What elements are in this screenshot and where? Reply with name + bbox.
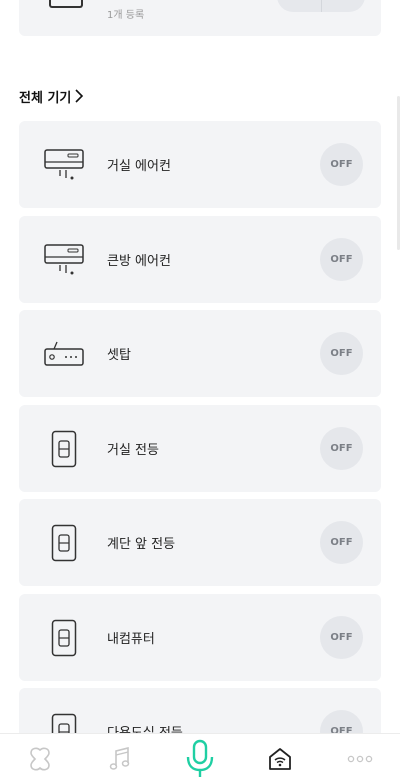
screen: 1개 등록 전체 기기 거실 에어컨 OFF 큰방 에어컨 OFF 셋탑 OFF… bbox=[0, 0, 400, 784]
all-devices-header[interactable]: 전체 기기 bbox=[19, 86, 84, 106]
top-device-card[interactable]: 1개 등록 bbox=[19, 0, 381, 36]
device-name: 계단 앞 전등 bbox=[107, 537, 176, 552]
device-name: 셋탑 bbox=[107, 348, 131, 363]
device-card[interactable]: 셋탑 OFF bbox=[19, 310, 381, 397]
device-list: 거실 에어컨 OFF 큰방 에어컨 OFF 셋탑 OFF 거실 전등 OFF 계… bbox=[19, 121, 381, 783]
device-card[interactable]: 계단 앞 전등 OFF bbox=[19, 499, 381, 586]
device-name: 내컴퓨터 bbox=[107, 631, 155, 647]
device-card[interactable]: 내컴퓨터 OFF bbox=[19, 593, 381, 681]
power-toggle-button[interactable]: OFF bbox=[320, 426, 363, 470]
light-switch-icon bbox=[43, 522, 85, 564]
device-card[interactable]: 거실 전등 OFF bbox=[19, 404, 381, 492]
device-icon bbox=[49, 0, 83, 8]
clover-icon bbox=[30, 747, 50, 771]
chevron-right-icon bbox=[75, 89, 84, 103]
smart-home-icon bbox=[269, 748, 291, 770]
light-switch-icon bbox=[43, 617, 85, 659]
device-name: 큰방 에어컨 bbox=[107, 253, 171, 269]
settop-box-icon bbox=[43, 333, 85, 375]
device-name: 거실 전등 bbox=[107, 442, 159, 458]
nav-clover-button[interactable] bbox=[10, 734, 70, 784]
bottom-navigation bbox=[0, 733, 400, 784]
music-note-icon bbox=[109, 746, 130, 770]
device-card[interactable]: 거실 에어컨 OFF bbox=[19, 121, 381, 208]
power-toggle-button[interactable]: OFF bbox=[320, 521, 363, 564]
device-name: 거실 에어컨 bbox=[107, 159, 171, 174]
section-title: 전체 기기 bbox=[19, 90, 72, 106]
nav-more-button[interactable] bbox=[330, 734, 390, 784]
power-toggle-button[interactable]: OFF bbox=[320, 332, 363, 375]
device-card[interactable]: 큰방 에어컨 OFF bbox=[19, 215, 381, 303]
power-toggle-button[interactable]: OFF bbox=[320, 143, 363, 186]
nav-smart-home-button[interactable] bbox=[250, 734, 310, 784]
top-card-toggle[interactable] bbox=[277, 0, 365, 12]
more-dots-icon bbox=[347, 755, 373, 763]
light-switch-icon bbox=[43, 428, 85, 470]
microphone-icon bbox=[186, 739, 214, 777]
air-conditioner-icon bbox=[43, 239, 85, 281]
nav-voice-button[interactable] bbox=[170, 734, 230, 784]
nav-music-button[interactable] bbox=[90, 734, 150, 784]
device-count-text: 1개 등록 bbox=[107, 10, 145, 21]
power-toggle-button[interactable]: OFF bbox=[320, 237, 363, 281]
power-toggle-button[interactable]: OFF bbox=[320, 615, 363, 659]
air-conditioner-icon bbox=[43, 144, 85, 186]
